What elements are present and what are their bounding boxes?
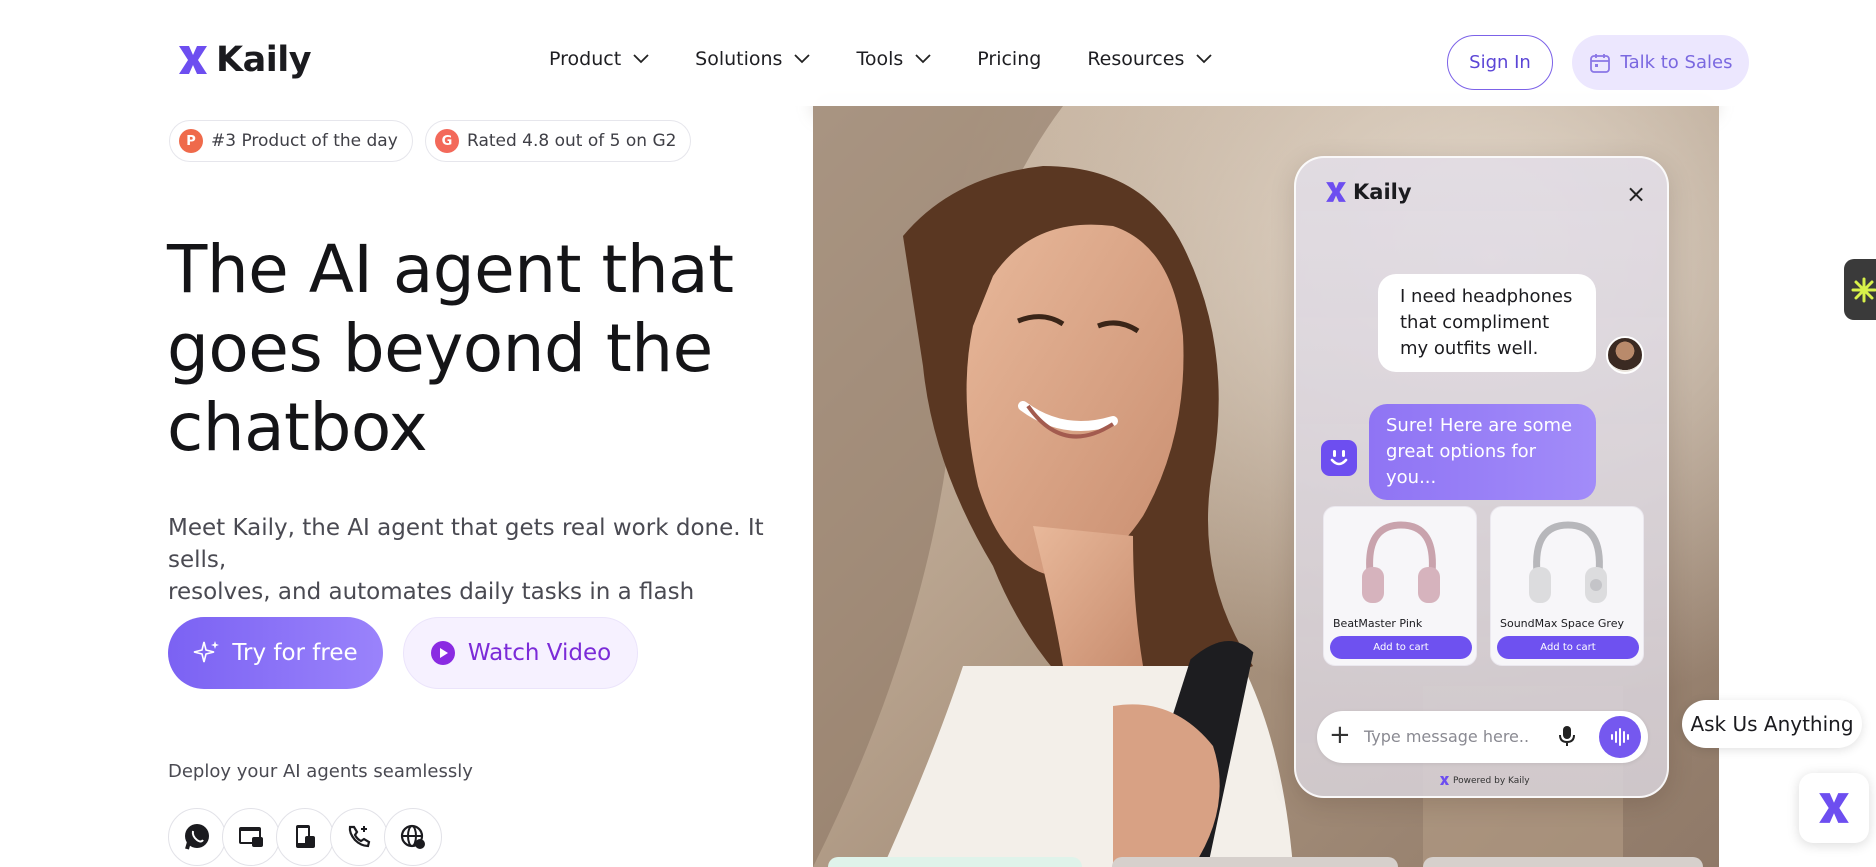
- bottom-card-peek: [1423, 857, 1703, 867]
- hero-title: The AI agent that goes beyond the chatbo…: [167, 230, 807, 467]
- badge-label: Rated 4.8 out of 5 on G2: [467, 131, 677, 151]
- powered-by-label: Powered by Kaily: [1453, 775, 1530, 786]
- hero-subtitle-line: resolves, and automates daily tasks in a…: [168, 579, 695, 605]
- nav-item-label: Product: [549, 48, 622, 70]
- hero-title-line: goes beyond the: [167, 310, 713, 387]
- whatsapp-icon[interactable]: [168, 808, 226, 866]
- chevron-down-icon: [1196, 54, 1212, 64]
- chat-brand-name: Kaily: [1353, 180, 1412, 204]
- try-for-free-button[interactable]: Try for free: [168, 617, 383, 689]
- talk-to-sales-button[interactable]: Talk to Sales: [1572, 35, 1749, 90]
- kaily-logo-icon: [179, 46, 207, 74]
- powered-by: Powered by Kaily: [1439, 775, 1530, 786]
- try-for-free-label: Try for free: [232, 640, 358, 666]
- nav-item-label: Pricing: [977, 48, 1042, 70]
- watch-video-button[interactable]: Watch Video: [403, 617, 638, 689]
- chat-input[interactable]: + Type message here..: [1317, 711, 1648, 763]
- nav-item-label: Tools: [856, 48, 904, 70]
- brand-logo[interactable]: Kaily: [176, 40, 312, 80]
- chat-input-placeholder: Type message here..: [1364, 727, 1530, 746]
- kaily-logo-icon: [1326, 182, 1346, 202]
- bottom-card-peek: [828, 857, 1082, 867]
- hero-subtitle: Meet Kaily, the AI agent that gets real …: [168, 512, 778, 608]
- globe-icon[interactable]: [384, 808, 442, 866]
- bot-avatar-icon: [1321, 440, 1357, 476]
- nav-item-label: Solutions: [695, 48, 783, 70]
- nav-item-tools[interactable]: Tools: [856, 48, 931, 70]
- sign-in-button[interactable]: Sign In: [1447, 35, 1553, 90]
- badge-label: #3 Product of the day: [211, 131, 398, 151]
- mobile-app-icon[interactable]: [276, 808, 334, 866]
- chevron-down-icon: [915, 54, 931, 64]
- chevron-down-icon: [633, 54, 649, 64]
- chevron-down-icon: [794, 54, 811, 64]
- chat-widget: Kaily × I need headphones that complimen…: [1294, 156, 1669, 798]
- sparkle-icon: [1851, 277, 1876, 302]
- web-widget-icon[interactable]: [222, 808, 280, 866]
- top-navbar: Kaily Product Solutions Tools Pricing Re…: [130, 18, 1760, 106]
- microphone-icon[interactable]: [1557, 724, 1577, 748]
- brand-name: Kaily: [216, 40, 312, 80]
- nav-item-pricing[interactable]: Pricing: [977, 48, 1041, 70]
- add-to-cart-button[interactable]: Add to cart: [1330, 636, 1472, 659]
- play-icon: [430, 640, 456, 666]
- channel-list: [168, 808, 442, 866]
- product-card[interactable]: BeatMaster Pink Add to cart: [1323, 506, 1477, 666]
- ask-us-anything-button[interactable]: Ask Us Anything: [1682, 700, 1862, 748]
- close-icon[interactable]: ×: [1626, 182, 1646, 206]
- hero-title-line: The AI agent that: [167, 231, 734, 308]
- product-hunt-badge[interactable]: P #3 Product of the day: [169, 120, 413, 162]
- chat-launcher-button[interactable]: [1799, 773, 1869, 843]
- headphones-pink-image: [1324, 513, 1478, 613]
- voice-wave-icon[interactable]: [1599, 716, 1641, 758]
- product-card[interactable]: SoundMax Space Grey Add to cart: [1490, 506, 1644, 666]
- main-menu: Product Solutions Tools Pricing Resource…: [549, 48, 1258, 70]
- hero-subtitle-line: Meet Kaily, the AI agent that gets real …: [168, 515, 764, 573]
- nav-item-solutions[interactable]: Solutions: [695, 48, 811, 70]
- product-name: BeatMaster Pink: [1333, 617, 1423, 630]
- plus-icon[interactable]: +: [1329, 722, 1351, 748]
- user-avatar: [1606, 336, 1644, 374]
- add-to-cart-button[interactable]: Add to cart: [1497, 636, 1639, 659]
- talk-to-sales-label: Talk to Sales: [1620, 52, 1733, 73]
- producthunt-icon: P: [179, 129, 203, 153]
- nav-item-product[interactable]: Product: [549, 48, 649, 70]
- calendar-icon: [1589, 52, 1611, 74]
- bottom-card-peek: [1112, 857, 1398, 867]
- headphones-grey-image: [1491, 513, 1645, 613]
- nav-item-label: Resources: [1087, 48, 1185, 70]
- watch-video-label: Watch Video: [467, 640, 612, 666]
- side-feedback-tab[interactable]: [1844, 259, 1876, 320]
- g2-icon: G: [435, 129, 459, 153]
- user-message: I need headphones that compliment my out…: [1378, 274, 1596, 372]
- hero-title-line: chatbox: [167, 389, 428, 466]
- phone-call-icon[interactable]: [330, 808, 388, 866]
- sparkle-icon: [193, 639, 221, 667]
- bot-message: Sure! Here are some great options for yo…: [1369, 404, 1596, 500]
- deploy-label: Deploy your AI agents seamlessly: [168, 761, 473, 782]
- chat-brand: Kaily: [1324, 180, 1412, 204]
- kaily-logo-icon: [1439, 775, 1450, 786]
- nav-item-resources[interactable]: Resources: [1087, 48, 1212, 70]
- kaily-logo-icon: [1819, 793, 1849, 823]
- g2-rating-badge[interactable]: G Rated 4.8 out of 5 on G2: [425, 120, 692, 162]
- product-name: SoundMax Space Grey: [1500, 617, 1624, 630]
